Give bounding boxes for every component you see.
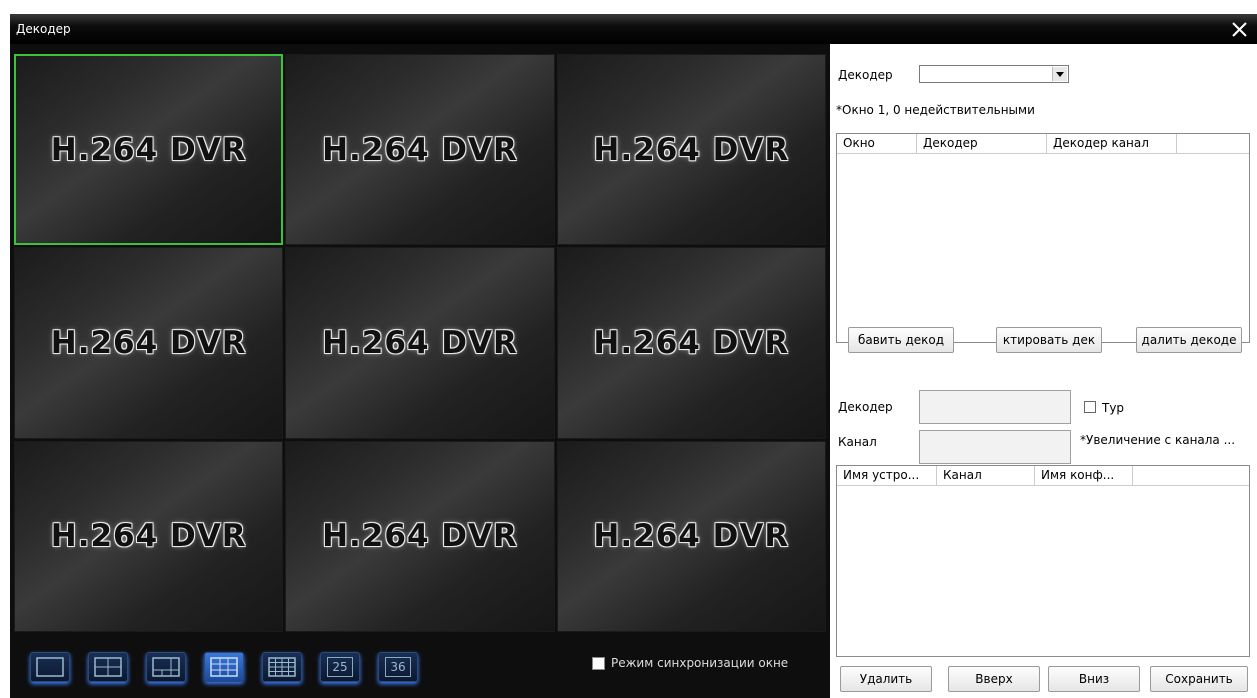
cell-label: H.264 DVR [593, 518, 790, 555]
layout-bar: 25 36 Режим синхронизации окне [10, 634, 830, 698]
device-table[interactable]: Имя устро... Канал Имя конф... [836, 465, 1250, 657]
cell-label: H.264 DVR [593, 324, 790, 361]
title-bar: Декодер [10, 14, 1257, 44]
tour-checkbox[interactable] [1084, 401, 1096, 413]
zoom-note: *Увеличение с канала ... [1080, 433, 1236, 447]
table-header: Окно Декодер Декодер канал [837, 134, 1249, 154]
video-cell[interactable]: H.264 DVR [556, 440, 826, 632]
cell-label: H.264 DVR [322, 518, 518, 555]
layout-9-icon [210, 657, 238, 677]
layout-16-button[interactable] [262, 652, 302, 682]
video-grid: H.264 DVR H.264 DVR H.264 DVR H.264 DVR … [14, 54, 826, 632]
up-button[interactable]: Вверх [948, 666, 1040, 692]
cell-label: H.264 DVR [50, 131, 247, 168]
video-cell[interactable]: H.264 DVR [285, 247, 555, 439]
layout-4-button[interactable] [88, 652, 128, 682]
cell-label: H.264 DVR [593, 131, 790, 168]
window-title: Декодер [16, 22, 71, 36]
decoder-panel: Декодер *Окно 1, 0 недействительными Окн… [830, 44, 1257, 698]
sync-checkbox-box[interactable] [592, 657, 605, 670]
add-decoder-button[interactable]: бавить декод [848, 327, 954, 353]
video-cell[interactable]: H.264 DVR [285, 440, 555, 632]
layout-36-icon: 36 [385, 657, 411, 677]
decoder-select[interactable] [919, 65, 1069, 83]
cell-label: H.264 DVR [322, 131, 518, 168]
video-cell[interactable]: H.264 DVR [556, 54, 826, 246]
layout-6-icon [152, 657, 180, 677]
delete-decoder-button[interactable]: далить декоде [1136, 327, 1242, 353]
edit-decoder-label: ктировать дек [1002, 333, 1096, 347]
sync-mode-checkbox[interactable]: Режим синхронизации окне [592, 656, 788, 670]
column-header[interactable]: Декодер канал [1047, 134, 1177, 153]
layout-25-button[interactable]: 25 [320, 652, 360, 682]
tour-label: Тур [1102, 401, 1125, 415]
close-icon[interactable] [1227, 16, 1253, 42]
invalid-note: *Окно 1, 0 недействительными [836, 103, 1035, 117]
layout-16-icon [268, 657, 296, 677]
layout-1-button[interactable] [30, 652, 70, 682]
chevron-down-icon[interactable] [1052, 67, 1067, 81]
cell-label: H.264 DVR [322, 324, 518, 361]
video-area: H.264 DVR H.264 DVR H.264 DVR H.264 DVR … [10, 44, 830, 698]
video-cell[interactable]: H.264 DVR [14, 247, 284, 439]
sync-label: Режим синхронизации окне [611, 656, 789, 670]
layout-6-button[interactable] [146, 652, 186, 682]
column-header[interactable]: Окно [837, 134, 917, 153]
edit-decoder-button[interactable]: ктировать дек [996, 327, 1102, 353]
cell-label: H.264 DVR [50, 518, 247, 555]
window-decoder-table[interactable]: Окно Декодер Декодер канал [836, 133, 1250, 343]
column-header[interactable]: Имя устро... [837, 466, 937, 485]
column-header[interactable]: Декодер [917, 134, 1047, 153]
delete-button[interactable]: Удалить [840, 666, 932, 692]
channel-field[interactable] [919, 430, 1071, 464]
layout-4-icon [94, 657, 122, 677]
video-cell[interactable]: H.264 DVR [556, 247, 826, 439]
column-header[interactable]: Канал [937, 466, 1035, 485]
add-decoder-label: бавить декод [857, 333, 945, 347]
decoder2-label: Декодер [838, 400, 893, 414]
video-cell[interactable]: H.264 DVR [285, 54, 555, 246]
video-cell[interactable]: H.264 DVR [14, 440, 284, 632]
column-header[interactable]: Имя конф... [1035, 466, 1133, 485]
delete-decoder-label: далить декоде [1141, 333, 1237, 347]
layout-9-button[interactable] [204, 652, 244, 682]
save-button[interactable]: Сохранить [1150, 666, 1248, 692]
layout-1-icon [36, 657, 64, 677]
channel-label: Канал [838, 435, 877, 449]
down-button[interactable]: Вниз [1048, 666, 1140, 692]
layout-25-icon: 25 [327, 657, 353, 677]
decoder-label: Декодер [838, 68, 893, 82]
layout-36-button[interactable]: 36 [378, 652, 418, 682]
video-cell[interactable]: H.264 DVR [14, 54, 284, 246]
decoder-field[interactable] [919, 390, 1071, 424]
cell-label: H.264 DVR [50, 324, 247, 361]
table-header: Имя устро... Канал Имя конф... [837, 466, 1249, 486]
